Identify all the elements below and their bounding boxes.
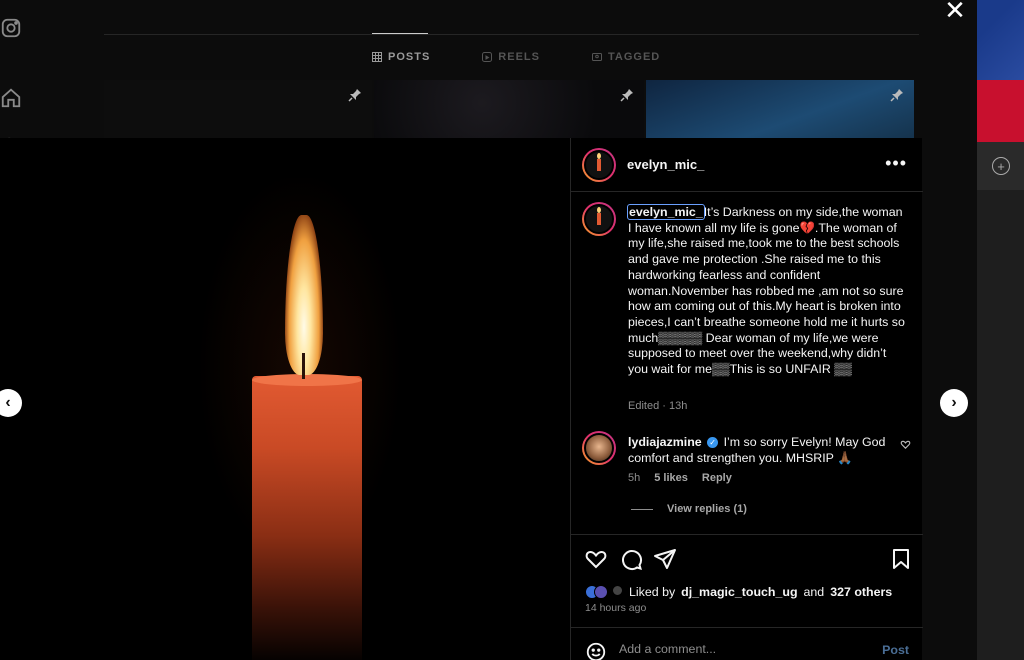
close-icon[interactable]: ✕ xyxy=(944,0,966,23)
add-icon[interactable]: + xyxy=(992,157,1010,175)
post-panel: evelyn_mic_ ••• evelyn_mic_It’s Darkness… xyxy=(570,138,923,660)
post-header: evelyn_mic_ ••• xyxy=(571,138,923,192)
replies-divider xyxy=(631,508,653,510)
comment-likes[interactable]: 5 likes xyxy=(654,472,688,484)
next-post-button[interactable]: › xyxy=(940,389,968,417)
caption-meta: Edited · 13h xyxy=(628,400,688,412)
comment: lydiajazmine ✓ I’m so sorry Evelyn! May … xyxy=(628,434,888,466)
share-paper-plane-icon[interactable] xyxy=(653,547,677,571)
flag-image-red xyxy=(977,80,1024,142)
liker-avatar xyxy=(612,585,623,596)
comment-meta: 5h 5 likes Reply xyxy=(628,472,732,484)
candle-wick xyxy=(302,353,305,379)
post-thumbnail[interactable] xyxy=(646,80,914,138)
post-username[interactable]: evelyn_mic_ xyxy=(627,157,704,172)
view-replies-button[interactable]: View replies (1) xyxy=(631,503,747,515)
commenter-avatar[interactable] xyxy=(582,431,616,465)
liked-by-and: and xyxy=(803,585,825,599)
tab-tagged-label: TAGGED xyxy=(607,51,661,63)
tag-icon xyxy=(591,53,602,61)
pin-icon xyxy=(348,89,361,102)
emoji-icon[interactable] xyxy=(585,641,607,660)
tab-tagged[interactable]: TAGGED xyxy=(591,51,661,63)
caption-avatar[interactable] xyxy=(582,202,616,236)
view-replies-label: View replies (1) xyxy=(667,503,747,515)
liked-by-user[interactable]: dj_magic_touch_ug xyxy=(681,585,797,599)
liker-avatars[interactable] xyxy=(585,585,623,599)
pin-icon xyxy=(890,89,903,102)
candle xyxy=(252,376,362,660)
commenter-username[interactable]: lydiajazmine xyxy=(628,435,702,449)
comment-time: 5h xyxy=(628,472,641,484)
reply-button[interactable]: Reply xyxy=(702,472,732,484)
profile-tabs: POSTS REELS TAGGED xyxy=(372,51,660,63)
comment-bubble-icon[interactable] xyxy=(619,547,643,571)
post-comment-button[interactable]: Post xyxy=(882,643,909,657)
more-options-icon[interactable]: ••• xyxy=(885,153,907,174)
instagram-icon[interactable] xyxy=(0,17,22,39)
profile-divider xyxy=(104,34,919,35)
post-actions: Liked by dj_magic_touch_ug and 327 other… xyxy=(571,534,923,624)
verified-badge-icon: ✓ xyxy=(707,437,719,449)
caption-text: It’s Darkness on my side,the woman I hav… xyxy=(628,205,905,377)
home-icon[interactable] xyxy=(0,87,22,109)
candle-rim xyxy=(252,374,362,386)
tab-posts[interactable]: POSTS xyxy=(372,51,430,63)
pin-icon xyxy=(620,89,633,102)
comment-like-heart-icon[interactable] xyxy=(900,439,911,450)
liker-avatar xyxy=(594,585,608,599)
liked-by-line: Liked by dj_magic_touch_ug and 327 other… xyxy=(585,585,892,599)
grid-icon xyxy=(372,52,382,62)
tab-reels-label: REELS xyxy=(498,51,540,63)
comment-input[interactable] xyxy=(619,642,859,656)
tab-reels[interactable]: REELS xyxy=(482,51,540,63)
caption: evelyn_mic_It’s Darkness on my side,the … xyxy=(627,204,908,378)
comments-section[interactable]: evelyn_mic_It’s Darkness on my side,the … xyxy=(571,193,923,533)
liked-by-others[interactable]: 327 others xyxy=(830,585,892,599)
save-bookmark-icon[interactable] xyxy=(889,547,913,571)
post-thumbnail[interactable] xyxy=(104,80,372,138)
reels-tab-icon xyxy=(482,52,493,62)
post-timestamp: 14 hours ago xyxy=(585,602,647,614)
add-comment-bar: Post xyxy=(571,627,923,660)
post-thumbnail[interactable] xyxy=(374,80,644,138)
caption-username[interactable]: evelyn_mic_ xyxy=(627,204,705,220)
like-heart-icon[interactable] xyxy=(584,547,608,571)
post-image xyxy=(0,138,570,660)
avatar[interactable] xyxy=(582,148,616,182)
flag-image-top xyxy=(977,0,1024,80)
liked-by-prefix: Liked by xyxy=(629,585,676,599)
tab-posts-label: POSTS xyxy=(388,51,431,63)
